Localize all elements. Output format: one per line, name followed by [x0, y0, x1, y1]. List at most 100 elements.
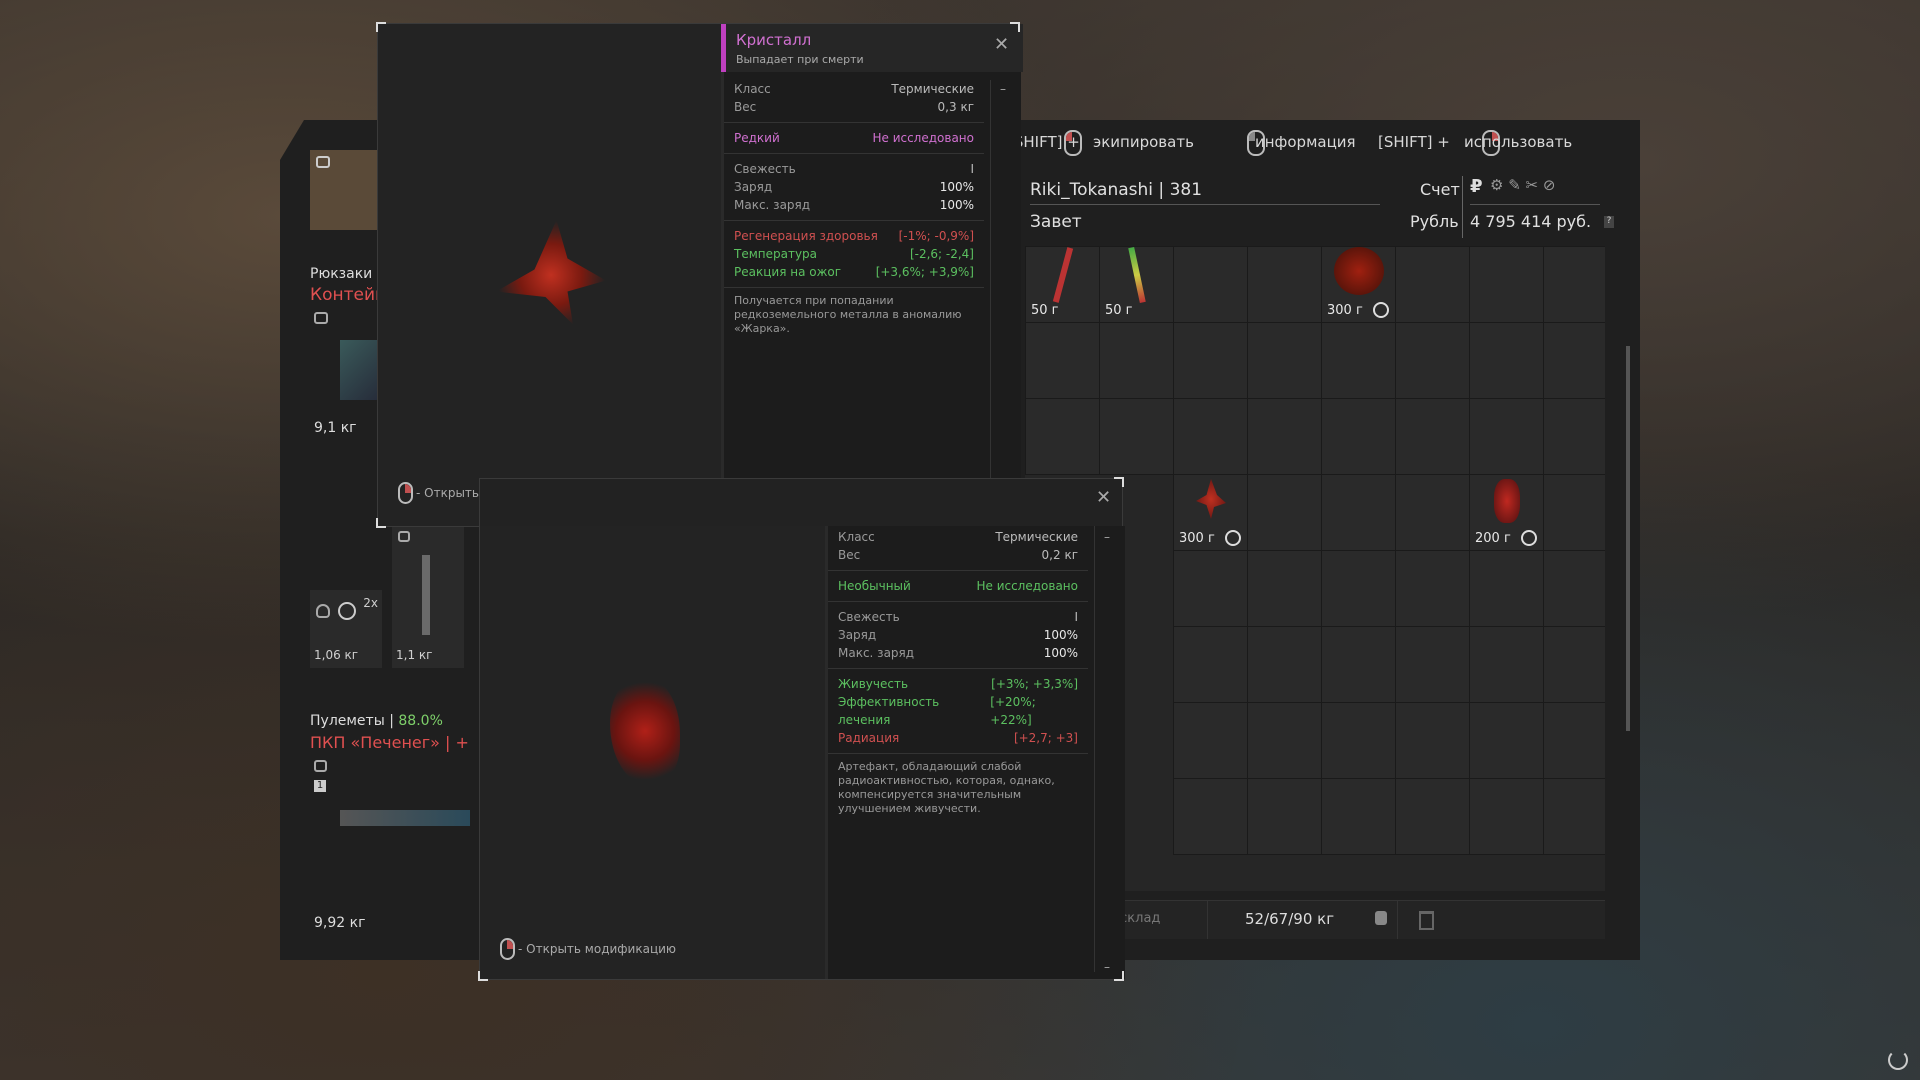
grid-cell-empty[interactable] — [1173, 398, 1248, 475]
trash-icon[interactable] — [1419, 911, 1434, 930]
grid-cell-empty[interactable] — [1321, 398, 1396, 475]
grid-cell-item[interactable]: 300 г — [1321, 246, 1396, 323]
grenade-item[interactable]: 2x 1,06 кг — [310, 590, 382, 668]
divider — [724, 287, 984, 288]
scroll-up-icon[interactable]: – — [1000, 82, 1006, 96]
open-mod-hint[interactable]: - Открыть модификацию — [518, 942, 676, 956]
grid-cell-empty[interactable] — [1247, 474, 1322, 551]
grid-cell-empty[interactable] — [1173, 702, 1248, 779]
balance-help-icon[interactable]: ? — [1604, 216, 1614, 228]
scroll-track — [1094, 526, 1095, 972]
grid-cell-item[interactable]: 300 г — [1173, 474, 1248, 551]
grid-cell-empty[interactable] — [1247, 778, 1322, 855]
divider — [828, 668, 1088, 669]
grid-scrollbar[interactable] — [1626, 346, 1630, 731]
grid-cell-empty[interactable] — [1469, 702, 1544, 779]
stat-value: 100% — [1043, 646, 1078, 660]
grid-cell-empty[interactable] — [1543, 702, 1605, 779]
grid-cell-empty[interactable] — [1395, 246, 1470, 323]
scroll-down-icon[interactable]: – — [1104, 960, 1110, 974]
grid-cell-empty[interactable] — [1469, 550, 1544, 627]
grid-cell-empty[interactable] — [1321, 702, 1396, 779]
clock-icon — [1225, 530, 1241, 546]
grid-cell-empty[interactable] — [1469, 626, 1544, 703]
mg-weight: 9,92 кг — [314, 915, 366, 931]
grid-cell-empty[interactable] — [1469, 322, 1544, 399]
grid-cell-empty[interactable] — [1173, 626, 1248, 703]
stat-row: Вес 0,2 кг — [828, 546, 1088, 564]
grid-cell-item[interactable]: 200 г — [1469, 474, 1544, 551]
use-hint: использовать — [1464, 133, 1573, 151]
grid-cell-empty[interactable] — [1247, 322, 1322, 399]
shield-icon — [316, 604, 330, 618]
grid-cell-item[interactable]: 50 г — [1099, 246, 1174, 323]
grid-cell-empty[interactable] — [1543, 778, 1605, 855]
grid-cell-empty[interactable] — [1543, 474, 1605, 551]
injector-yellow — [1128, 246, 1146, 304]
grid-cell-empty[interactable] — [1543, 550, 1605, 627]
grid-cell-empty[interactable] — [1395, 702, 1470, 779]
grid-cell-empty[interactable] — [1395, 778, 1470, 855]
refresh-icon[interactable] — [1888, 1050, 1908, 1070]
grid-cell-empty[interactable] — [1543, 322, 1605, 399]
grid-cell-empty[interactable] — [1321, 778, 1396, 855]
grid-cell-item[interactable]: 50 г — [1025, 246, 1100, 323]
grid-cell-empty[interactable] — [1395, 322, 1470, 399]
face-mask-item[interactable] — [310, 150, 384, 230]
use-prefix: [SHIFT] + — [1378, 133, 1450, 151]
grid-cell-empty[interactable] — [1099, 322, 1174, 399]
grid-cell-empty[interactable] — [1395, 626, 1470, 703]
grid-cell-empty[interactable] — [1543, 398, 1605, 475]
stat-row: Вес 0,3 кг — [724, 98, 984, 116]
header-vline — [1462, 176, 1463, 238]
grid-cell-empty[interactable] — [1321, 550, 1396, 627]
scroll-up-icon[interactable]: – — [1104, 530, 1110, 544]
grid-cell-empty[interactable] — [1247, 246, 1322, 323]
grid-cell-empty[interactable] — [1543, 246, 1605, 323]
grid-cell-empty[interactable] — [1543, 626, 1605, 703]
grid-cell-empty[interactable] — [1247, 550, 1322, 627]
ruble-icon[interactable]: ₽ — [1470, 176, 1483, 197]
grid-cell-empty[interactable] — [1173, 778, 1248, 855]
item-preview: - Открыть модификацию — [378, 24, 721, 526]
clock-icon — [1521, 530, 1537, 546]
grid-cell-empty[interactable] — [1173, 246, 1248, 323]
grid-cell-empty[interactable] — [1395, 474, 1470, 551]
close-icon[interactable]: ✕ — [994, 34, 1009, 55]
corner-bracket — [1114, 477, 1124, 487]
grid-cell-empty[interactable] — [1247, 626, 1322, 703]
effect-row: Радиация [+2,7; +3] — [828, 729, 1088, 747]
effect-name: Регенерация здоровья — [734, 229, 878, 243]
equip-hint: экипировать — [1093, 133, 1194, 151]
grid-cell-empty[interactable] — [1321, 626, 1396, 703]
effect-value: [+3,6%; +3,9%] — [875, 265, 974, 279]
effect-value: [+2,7; +3] — [1013, 731, 1078, 745]
effect-row: Живучесть [+3%; +3,3%] — [828, 675, 1088, 693]
backpacks-label: Рюкзаки и — [310, 266, 386, 282]
grid-cell-empty[interactable] — [1469, 398, 1544, 475]
currency-icons[interactable]: ⚙ ✎ ✂ ⊘ — [1490, 176, 1555, 194]
close-icon[interactable]: ✕ — [1096, 487, 1111, 508]
right-mouse-icon — [398, 482, 413, 504]
grid-cell-empty[interactable] — [1025, 398, 1100, 475]
grid-cell-empty[interactable] — [1321, 322, 1396, 399]
machine-gun-image[interactable] — [340, 810, 470, 826]
grid-cell-empty[interactable] — [1247, 398, 1322, 475]
effect-name: Эффективность лечения — [838, 695, 940, 727]
grid-cell-empty[interactable] — [1173, 322, 1248, 399]
grid-cell-empty[interactable] — [1469, 778, 1544, 855]
grid-cell-empty[interactable] — [1469, 246, 1544, 323]
grid-cell-empty[interactable] — [1321, 474, 1396, 551]
axe-item[interactable]: 1,1 кг — [392, 525, 464, 668]
grid-cell-empty[interactable] — [1173, 550, 1248, 627]
corner-bracket — [1114, 971, 1124, 981]
info-hint: информация — [1255, 133, 1356, 151]
backpack-icon[interactable] — [1375, 911, 1387, 925]
grid-cell-empty[interactable] — [1247, 702, 1322, 779]
footer-divider — [1207, 901, 1208, 939]
grid-cell-empty[interactable] — [1395, 550, 1470, 627]
grid-cell-empty[interactable] — [1025, 322, 1100, 399]
grid-cell-empty[interactable] — [1099, 398, 1174, 475]
grid-cell-empty[interactable] — [1395, 398, 1470, 475]
stat-value: I — [970, 162, 974, 176]
